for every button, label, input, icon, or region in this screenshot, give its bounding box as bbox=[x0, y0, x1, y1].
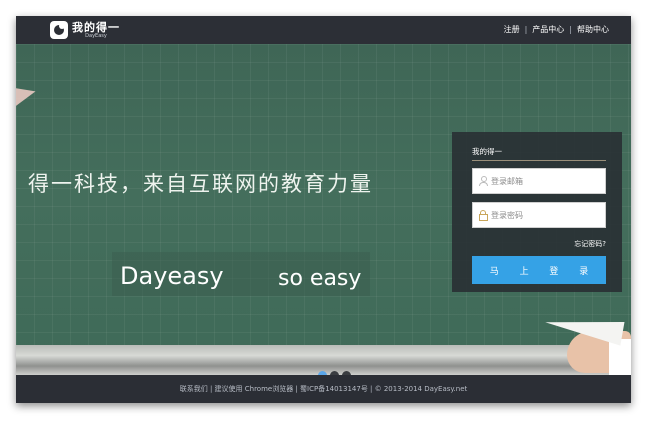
email-field[interactable] bbox=[472, 168, 606, 194]
login-title: 我的得一 bbox=[472, 147, 502, 156]
footer-text: 联系我们 | 建议使用 Chrome浏览器 | 蜀ICP备14013147号 |… bbox=[179, 385, 468, 393]
login-button[interactable]: 马 上 登 录 bbox=[472, 256, 606, 284]
password-field[interactable] bbox=[472, 202, 606, 228]
email-input[interactable] bbox=[491, 176, 591, 186]
page-frame: 我的得一 DayEasy 注册 | 产品中心 | 帮助中心 得一科技，来自互联网… bbox=[16, 16, 631, 403]
logo-text: 我的得一 DayEasy bbox=[72, 22, 120, 39]
hero-motto-secondary: so easy bbox=[278, 266, 362, 291]
site-logo[interactable]: 我的得一 DayEasy bbox=[50, 20, 120, 40]
forgot-password-link[interactable]: 忘记密码? bbox=[574, 239, 606, 249]
nav-products-link[interactable]: 产品中心 bbox=[532, 24, 564, 35]
nav-separator: | bbox=[569, 25, 572, 34]
hero-motto-primary: Dayeasy bbox=[120, 262, 224, 290]
logo-subtitle: DayEasy bbox=[85, 32, 107, 39]
top-nav: 注册 | 产品中心 | 帮助中心 bbox=[504, 24, 609, 35]
user-icon bbox=[478, 176, 488, 186]
hero-slogan: 得一科技，来自互联网的教育力量 bbox=[28, 172, 373, 196]
nav-separator: | bbox=[524, 25, 528, 34]
top-bar: 我的得一 DayEasy 注册 | 产品中心 | 帮助中心 bbox=[16, 16, 631, 44]
page-footer: 联系我们 | 建议使用 Chrome浏览器 | 蜀ICP备14013147号 |… bbox=[16, 375, 631, 403]
nav-register-link[interactable]: 注册 bbox=[504, 24, 520, 35]
password-input[interactable] bbox=[491, 210, 591, 220]
logo-mark-icon bbox=[50, 21, 68, 39]
login-panel: 我的得一 忘记密码? 马 上 登 录 bbox=[452, 132, 622, 292]
nav-help-link[interactable]: 帮助中心 bbox=[577, 24, 609, 35]
login-divider bbox=[472, 160, 606, 161]
logo-name: 我的得一 bbox=[72, 20, 120, 34]
lock-icon bbox=[478, 210, 488, 221]
